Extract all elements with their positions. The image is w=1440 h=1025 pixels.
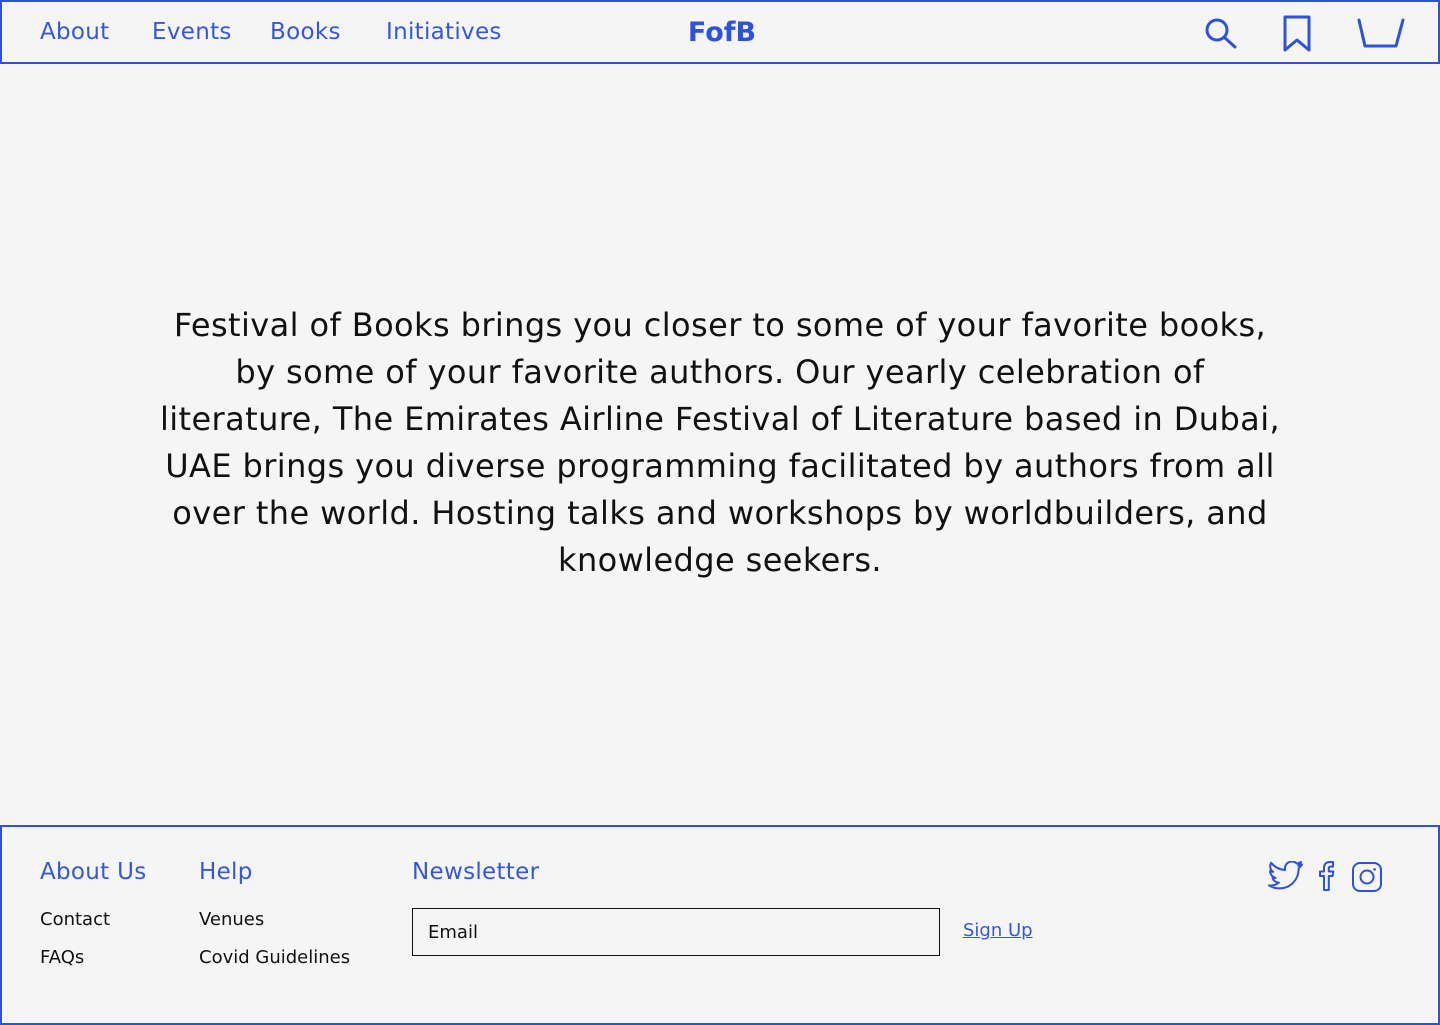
newsletter-signup-link[interactable]: Sign Up [963, 920, 1033, 941]
nav-about[interactable]: About [40, 19, 110, 45]
cart-icon[interactable] [1356, 17, 1406, 53]
footer-newsletter-title: Newsletter [412, 859, 540, 885]
intro-paragraph: Festival of Books brings you closer to s… [159, 306, 1281, 579]
search-icon[interactable] [1204, 17, 1238, 53]
nav-events[interactable]: Events [152, 19, 232, 45]
twitter-icon[interactable] [1268, 860, 1304, 895]
page: About Events Books Initiatives FofB Fest… [0, 0, 1440, 1025]
bookmark-icon[interactable] [1282, 15, 1314, 57]
footer-link-contact[interactable]: Contact [40, 909, 110, 930]
footer-link-covid-guidelines[interactable]: Covid Guidelines [199, 947, 350, 968]
instagram-icon[interactable] [1351, 861, 1383, 897]
top-nav-bar: About Events Books Initiatives FofB [0, 0, 1440, 64]
nav-books[interactable]: Books [270, 19, 341, 45]
nav-initiatives[interactable]: Initiatives [386, 19, 502, 45]
footer-about-title: About Us [40, 859, 147, 885]
newsletter-email-input[interactable] [412, 908, 940, 956]
footer-link-venues[interactable]: Venues [199, 909, 264, 930]
footer-link-faqs[interactable]: FAQs [40, 947, 84, 968]
facebook-icon[interactable] [1317, 861, 1341, 895]
footer-help-title: Help [199, 859, 253, 885]
footer: About Us Contact FAQs Help Venues Covid … [0, 825, 1440, 1025]
